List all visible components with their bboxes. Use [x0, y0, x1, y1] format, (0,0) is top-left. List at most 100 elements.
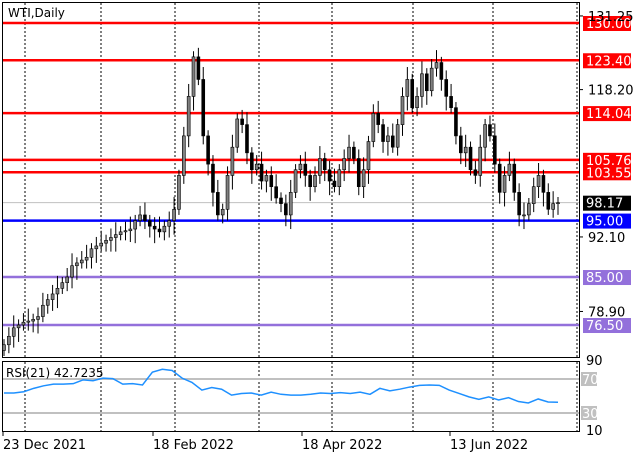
- rsi-label: RSI(21) 42.7235: [6, 366, 104, 380]
- y-tick-label: 92.10: [588, 231, 625, 246]
- candle-body: [99, 242, 103, 247]
- candle-body: [31, 319, 35, 322]
- candle-body: [293, 169, 298, 193]
- candle-body: [177, 175, 181, 210]
- candle-body: [7, 335, 11, 346]
- candle-body: [152, 225, 157, 230]
- candle-body: [113, 234, 118, 238]
- candle-body: [420, 73, 424, 97]
- candle-body: [395, 124, 400, 148]
- candle-body: [527, 203, 531, 216]
- rsi-level-label: 30: [582, 407, 599, 422]
- candle-body: [371, 113, 376, 142]
- candle-body: [541, 175, 546, 193]
- candle-body: [400, 96, 405, 125]
- rsi-tick-label: 10: [586, 424, 603, 439]
- y-tick-label: 78.90: [588, 305, 625, 320]
- candle-body: [322, 158, 327, 171]
- candle-body: [75, 262, 79, 267]
- candle-body: [11, 327, 16, 337]
- level-label: 76.50: [586, 319, 623, 334]
- rsi-tick-label: 90: [586, 354, 603, 369]
- candle-body: [274, 186, 278, 199]
- candle-body: [245, 124, 249, 154]
- candle-body: [133, 220, 138, 230]
- rsi-level-label: 70: [582, 373, 599, 388]
- candle-body: [318, 158, 322, 176]
- candle-body: [21, 321, 26, 326]
- candle-body: [327, 169, 332, 182]
- candle-body: [381, 124, 385, 142]
- candle-body: [123, 230, 128, 233]
- y-tick-label: 118.20: [588, 84, 634, 99]
- y-tick-label: 131.25: [588, 10, 634, 25]
- candle-body: [298, 163, 303, 171]
- candle-body: [337, 169, 342, 188]
- candle-body: [45, 299, 50, 306]
- candle-body: [216, 192, 220, 216]
- candle-body: [147, 220, 152, 227]
- wti-daily-chart: 130.00123.40114.04105.76103.5595.0085.00…: [2, 2, 634, 453]
- candle-body: [356, 158, 361, 188]
- candle-body: [269, 175, 274, 188]
- candle-body: [264, 175, 269, 182]
- candle-body: [473, 169, 478, 176]
- candle-body: [531, 186, 536, 204]
- candle-body: [303, 163, 308, 176]
- candle-body: [138, 214, 142, 221]
- candle-body: [488, 124, 492, 137]
- candle-body: [424, 73, 429, 92]
- candle-body: [240, 118, 244, 125]
- chart-title: WTI,Daily: [8, 6, 65, 20]
- level-label: 85.00: [586, 271, 623, 286]
- candle-body: [79, 259, 84, 264]
- candle-body: [546, 192, 551, 210]
- candle-body: [361, 169, 366, 188]
- candle-body: [502, 175, 507, 193]
- candle-body: [449, 96, 453, 108]
- candle-body: [36, 316, 40, 320]
- current-price-label: 98.17: [586, 197, 623, 212]
- candle-body: [186, 96, 191, 137]
- candle-body: [444, 79, 449, 97]
- candle-body: [279, 197, 283, 204]
- candle-body: [410, 79, 415, 108]
- candle-body: [313, 175, 317, 188]
- candle-body: [478, 146, 483, 176]
- candle-body: [206, 135, 210, 165]
- candle-body: [84, 256, 89, 261]
- candle-body: [109, 237, 113, 241]
- candle-body: [230, 146, 235, 176]
- candle-body: [536, 175, 541, 188]
- candle-body: [172, 208, 176, 221]
- candle-body: [366, 141, 371, 171]
- candle-body: [235, 118, 240, 148]
- candle-body: [191, 56, 196, 97]
- x-tick-label: 13 Jun 2022: [450, 438, 528, 453]
- candle-body: [288, 192, 293, 216]
- candle-body: [332, 180, 337, 188]
- candle-body: [55, 288, 60, 295]
- candle-body: [517, 192, 521, 216]
- candle-body: [512, 163, 517, 193]
- candle-body: [60, 282, 65, 289]
- candle-body: [497, 163, 502, 193]
- candle-body: [429, 67, 434, 92]
- candle-body: [551, 203, 555, 210]
- level-label: 95.00: [586, 215, 623, 230]
- candle-body: [2, 344, 6, 351]
- x-tick-label: 18 Feb 2022: [153, 438, 234, 453]
- level-label: 114.04: [586, 107, 632, 122]
- candle-body: [386, 135, 390, 142]
- x-tick-label: 23 Dec 2021: [3, 438, 86, 453]
- candle-body: [415, 96, 419, 108]
- candle-body: [70, 265, 74, 278]
- candle-body: [347, 146, 351, 159]
- candle-body: [376, 113, 380, 125]
- candle-body: [94, 245, 99, 250]
- candle-body: [439, 62, 444, 80]
- x-tick-label: 18 Apr 2022: [302, 438, 382, 453]
- candle-body: [118, 231, 123, 235]
- candle-body: [143, 214, 147, 221]
- candle-body: [454, 107, 458, 137]
